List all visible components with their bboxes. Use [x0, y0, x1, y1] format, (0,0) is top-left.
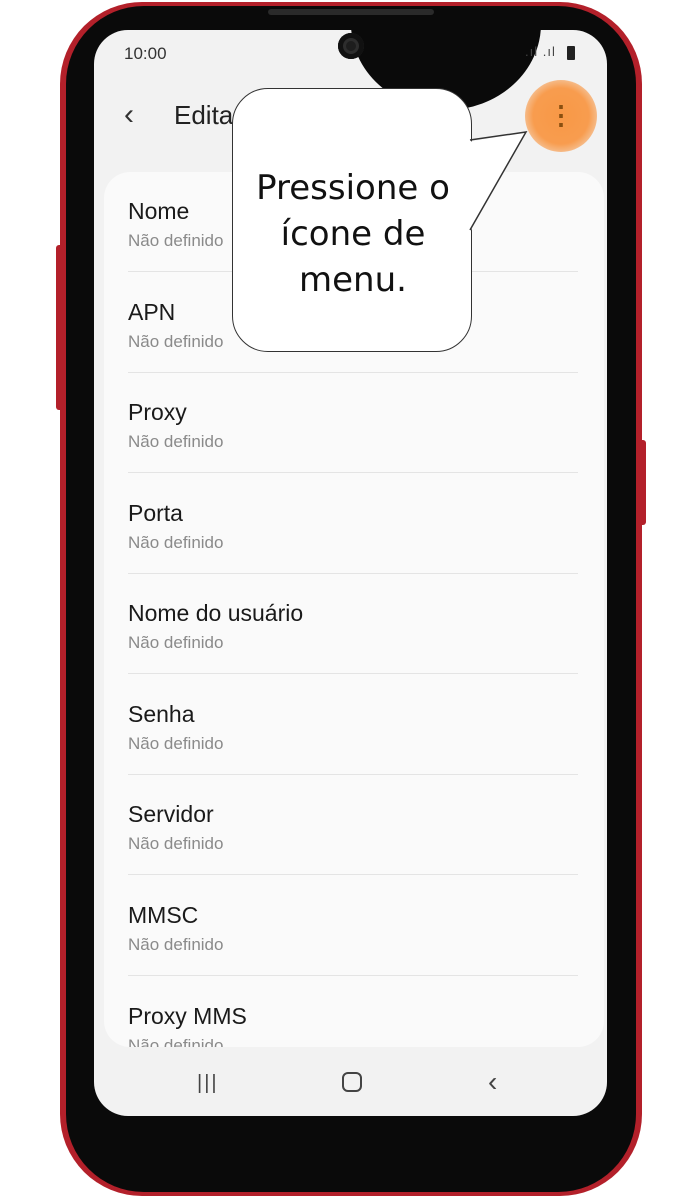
- list-item-label: Proxy: [128, 399, 187, 425]
- home-icon[interactable]: [342, 1072, 362, 1092]
- list-item-proxy[interactable]: Proxy Não definido: [128, 373, 578, 473]
- list-item-label: Senha: [128, 701, 195, 727]
- volume-button: [56, 245, 64, 410]
- battery-icon: [567, 46, 575, 60]
- list-item-value: Não definido: [128, 935, 224, 954]
- list-item-value: Não definido: [128, 834, 224, 853]
- list-item-servidor[interactable]: Servidor Não definido: [128, 775, 578, 875]
- camera-icon: [338, 33, 364, 59]
- speaker-grille: [268, 9, 434, 15]
- more-options-icon[interactable]: ⋮: [546, 97, 576, 133]
- page-title: Edita: [174, 100, 234, 130]
- list-item-value: Não definido: [128, 1036, 224, 1047]
- divider: [128, 874, 578, 875]
- list-item-nome-do-usuario[interactable]: Nome do usuário Não definido: [128, 574, 578, 674]
- back-arrow-icon[interactable]: ‹: [124, 97, 154, 133]
- divider: [128, 975, 578, 976]
- list-item-value: Não definido: [128, 734, 224, 753]
- callout-text: Pressione o ícone de menu.: [256, 168, 450, 300]
- list-item-value: Não definido: [128, 231, 224, 250]
- list-item-proxy-mms[interactable]: Proxy MMS Não definido: [128, 977, 578, 1047]
- list-item-label: Nome: [128, 198, 190, 224]
- list-item-value: Não definido: [128, 533, 224, 552]
- divider: [128, 472, 578, 473]
- list-item-label: Proxy MMS: [128, 1003, 247, 1029]
- signal-icon: .ıl .ıl: [525, 44, 556, 59]
- list-item-mmsc[interactable]: MMSC Não definido: [128, 876, 578, 976]
- divider: [128, 673, 578, 674]
- list-item-senha[interactable]: Senha Não definido: [128, 675, 578, 775]
- list-item-porta[interactable]: Porta Não definido: [128, 474, 578, 574]
- list-item-label: Porta: [128, 500, 183, 526]
- list-item-value: Não definido: [128, 633, 224, 652]
- recent-apps-icon[interactable]: |||: [197, 1072, 221, 1094]
- nav-back-icon[interactable]: ‹: [488, 1068, 508, 1096]
- power-button: [638, 440, 646, 525]
- list-item-label: APN: [128, 299, 176, 325]
- list-item-value: Não definido: [128, 332, 224, 351]
- list-item-label: Servidor: [128, 801, 214, 827]
- list-item-label: Nome do usuário: [128, 600, 304, 626]
- status-time: 10:00: [124, 44, 167, 63]
- list-item-label: MMSC: [128, 902, 199, 928]
- list-item-value: Não definido: [128, 432, 224, 451]
